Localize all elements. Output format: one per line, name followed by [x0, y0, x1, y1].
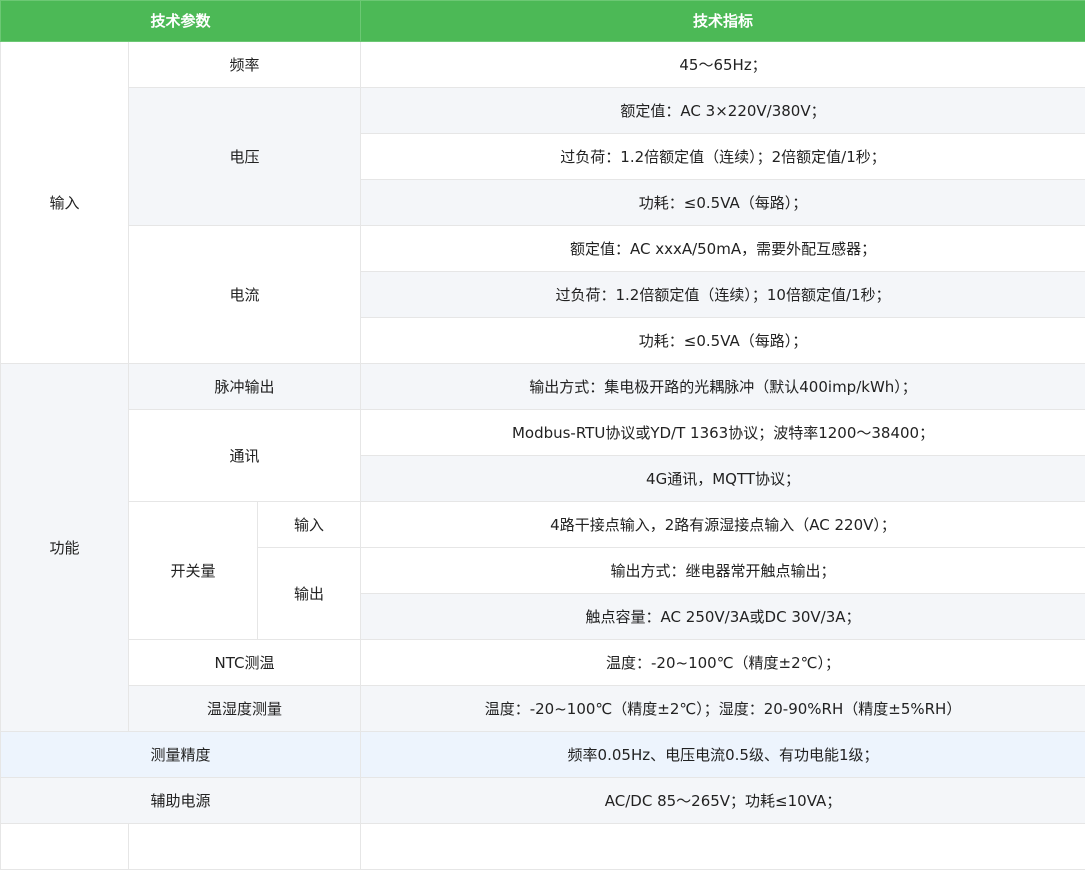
param-aux-power: 辅助电源 [1, 778, 361, 824]
spec-voltage-rated: 额定值：AC 3×220V/380V； [361, 88, 1085, 134]
spec-voltage-overload: 过负荷：1.2倍额定值（连续）；2倍额定值/1秒； [361, 134, 1085, 180]
param-switch-output: 输出 [258, 548, 361, 640]
spec-current-overload: 过负荷：1.2倍额定值（连续）；10倍额定值/1秒； [361, 272, 1085, 318]
header-param: 技术参数 [1, 1, 361, 42]
param-pulse-output: 脉冲输出 [129, 364, 361, 410]
spec-table: 技术参数 技术指标 输入 频率 45～65Hz； 电压 额定值：AC 3×220… [0, 0, 1085, 870]
table-row: 温湿度测量 温度：-20~100℃（精度±2℃）；湿度：20-90%RH（精度±… [1, 686, 1085, 732]
header-row: 技术参数 技术指标 [1, 1, 1085, 42]
table-row: 通讯 Modbus-RTU协议或YD/T 1363协议；波特率1200～3840… [1, 410, 1085, 456]
header-spec: 技术指标 [361, 1, 1085, 42]
table-row: 功能 脉冲输出 输出方式：集电极开路的光耦脉冲（默认400imp/kWh）； [1, 364, 1085, 410]
spec-switch-output-mode: 输出方式：继电器常开触点输出； [361, 548, 1085, 594]
table-row: NTC测温 温度：-20~100℃（精度±2℃）； [1, 640, 1085, 686]
table-row: 电压 额定值：AC 3×220V/380V； [1, 88, 1085, 134]
param-switch-input: 输入 [258, 502, 361, 548]
param-temp-humidity: 温湿度测量 [129, 686, 361, 732]
empty-cell [1, 824, 129, 870]
spec-frequency: 45～65Hz； [361, 42, 1085, 88]
table-row: 测量精度 频率0.05Hz、电压电流0.5级、有功电能1级； [1, 732, 1085, 778]
param-switch: 开关量 [129, 502, 258, 640]
spec-current-rated: 额定值：AC xxxA/50mA，需要外配互感器； [361, 226, 1085, 272]
spec-aux-power: AC/DC 85～265V；功耗≤10VA； [361, 778, 1085, 824]
table-row: 辅助电源 AC/DC 85～265V；功耗≤10VA； [1, 778, 1085, 824]
empty-cell [129, 824, 361, 870]
param-accuracy: 测量精度 [1, 732, 361, 778]
table-row: 输入 频率 45～65Hz； [1, 42, 1085, 88]
spec-temp-humidity: 温度：-20~100℃（精度±2℃）；湿度：20-90%RH（精度±5%RH） [361, 686, 1085, 732]
group-input-label: 输入 [1, 42, 129, 364]
table-row: 开关量 输入 4路干接点输入，2路有源湿接点输入（AC 220V）； [1, 502, 1085, 548]
empty-cell [361, 824, 1085, 870]
spec-comm-4g: 4G通讯，MQTT协议； [361, 456, 1085, 502]
spec-ntc: 温度：-20~100℃（精度±2℃）； [361, 640, 1085, 686]
spec-voltage-power: 功耗：≤0.5VA（每路）； [361, 180, 1085, 226]
param-frequency: 频率 [129, 42, 361, 88]
spec-switch-input: 4路干接点输入，2路有源湿接点输入（AC 220V）； [361, 502, 1085, 548]
spec-pulse-output: 输出方式：集电极开路的光耦脉冲（默认400imp/kWh）； [361, 364, 1085, 410]
param-current: 电流 [129, 226, 361, 364]
table-row [1, 824, 1085, 870]
spec-switch-output-capacity: 触点容量：AC 250V/3A或DC 30V/3A； [361, 594, 1085, 640]
spec-comm-modbus: Modbus-RTU协议或YD/T 1363协议；波特率1200～38400； [361, 410, 1085, 456]
spec-accuracy: 频率0.05Hz、电压电流0.5级、有功电能1级； [361, 732, 1085, 778]
param-ntc: NTC测温 [129, 640, 361, 686]
param-voltage: 电压 [129, 88, 361, 226]
param-communication: 通讯 [129, 410, 361, 502]
spec-current-power: 功耗：≤0.5VA（每路）； [361, 318, 1085, 364]
table-row: 电流 额定值：AC xxxA/50mA，需要外配互感器； [1, 226, 1085, 272]
group-function-label: 功能 [1, 364, 129, 732]
